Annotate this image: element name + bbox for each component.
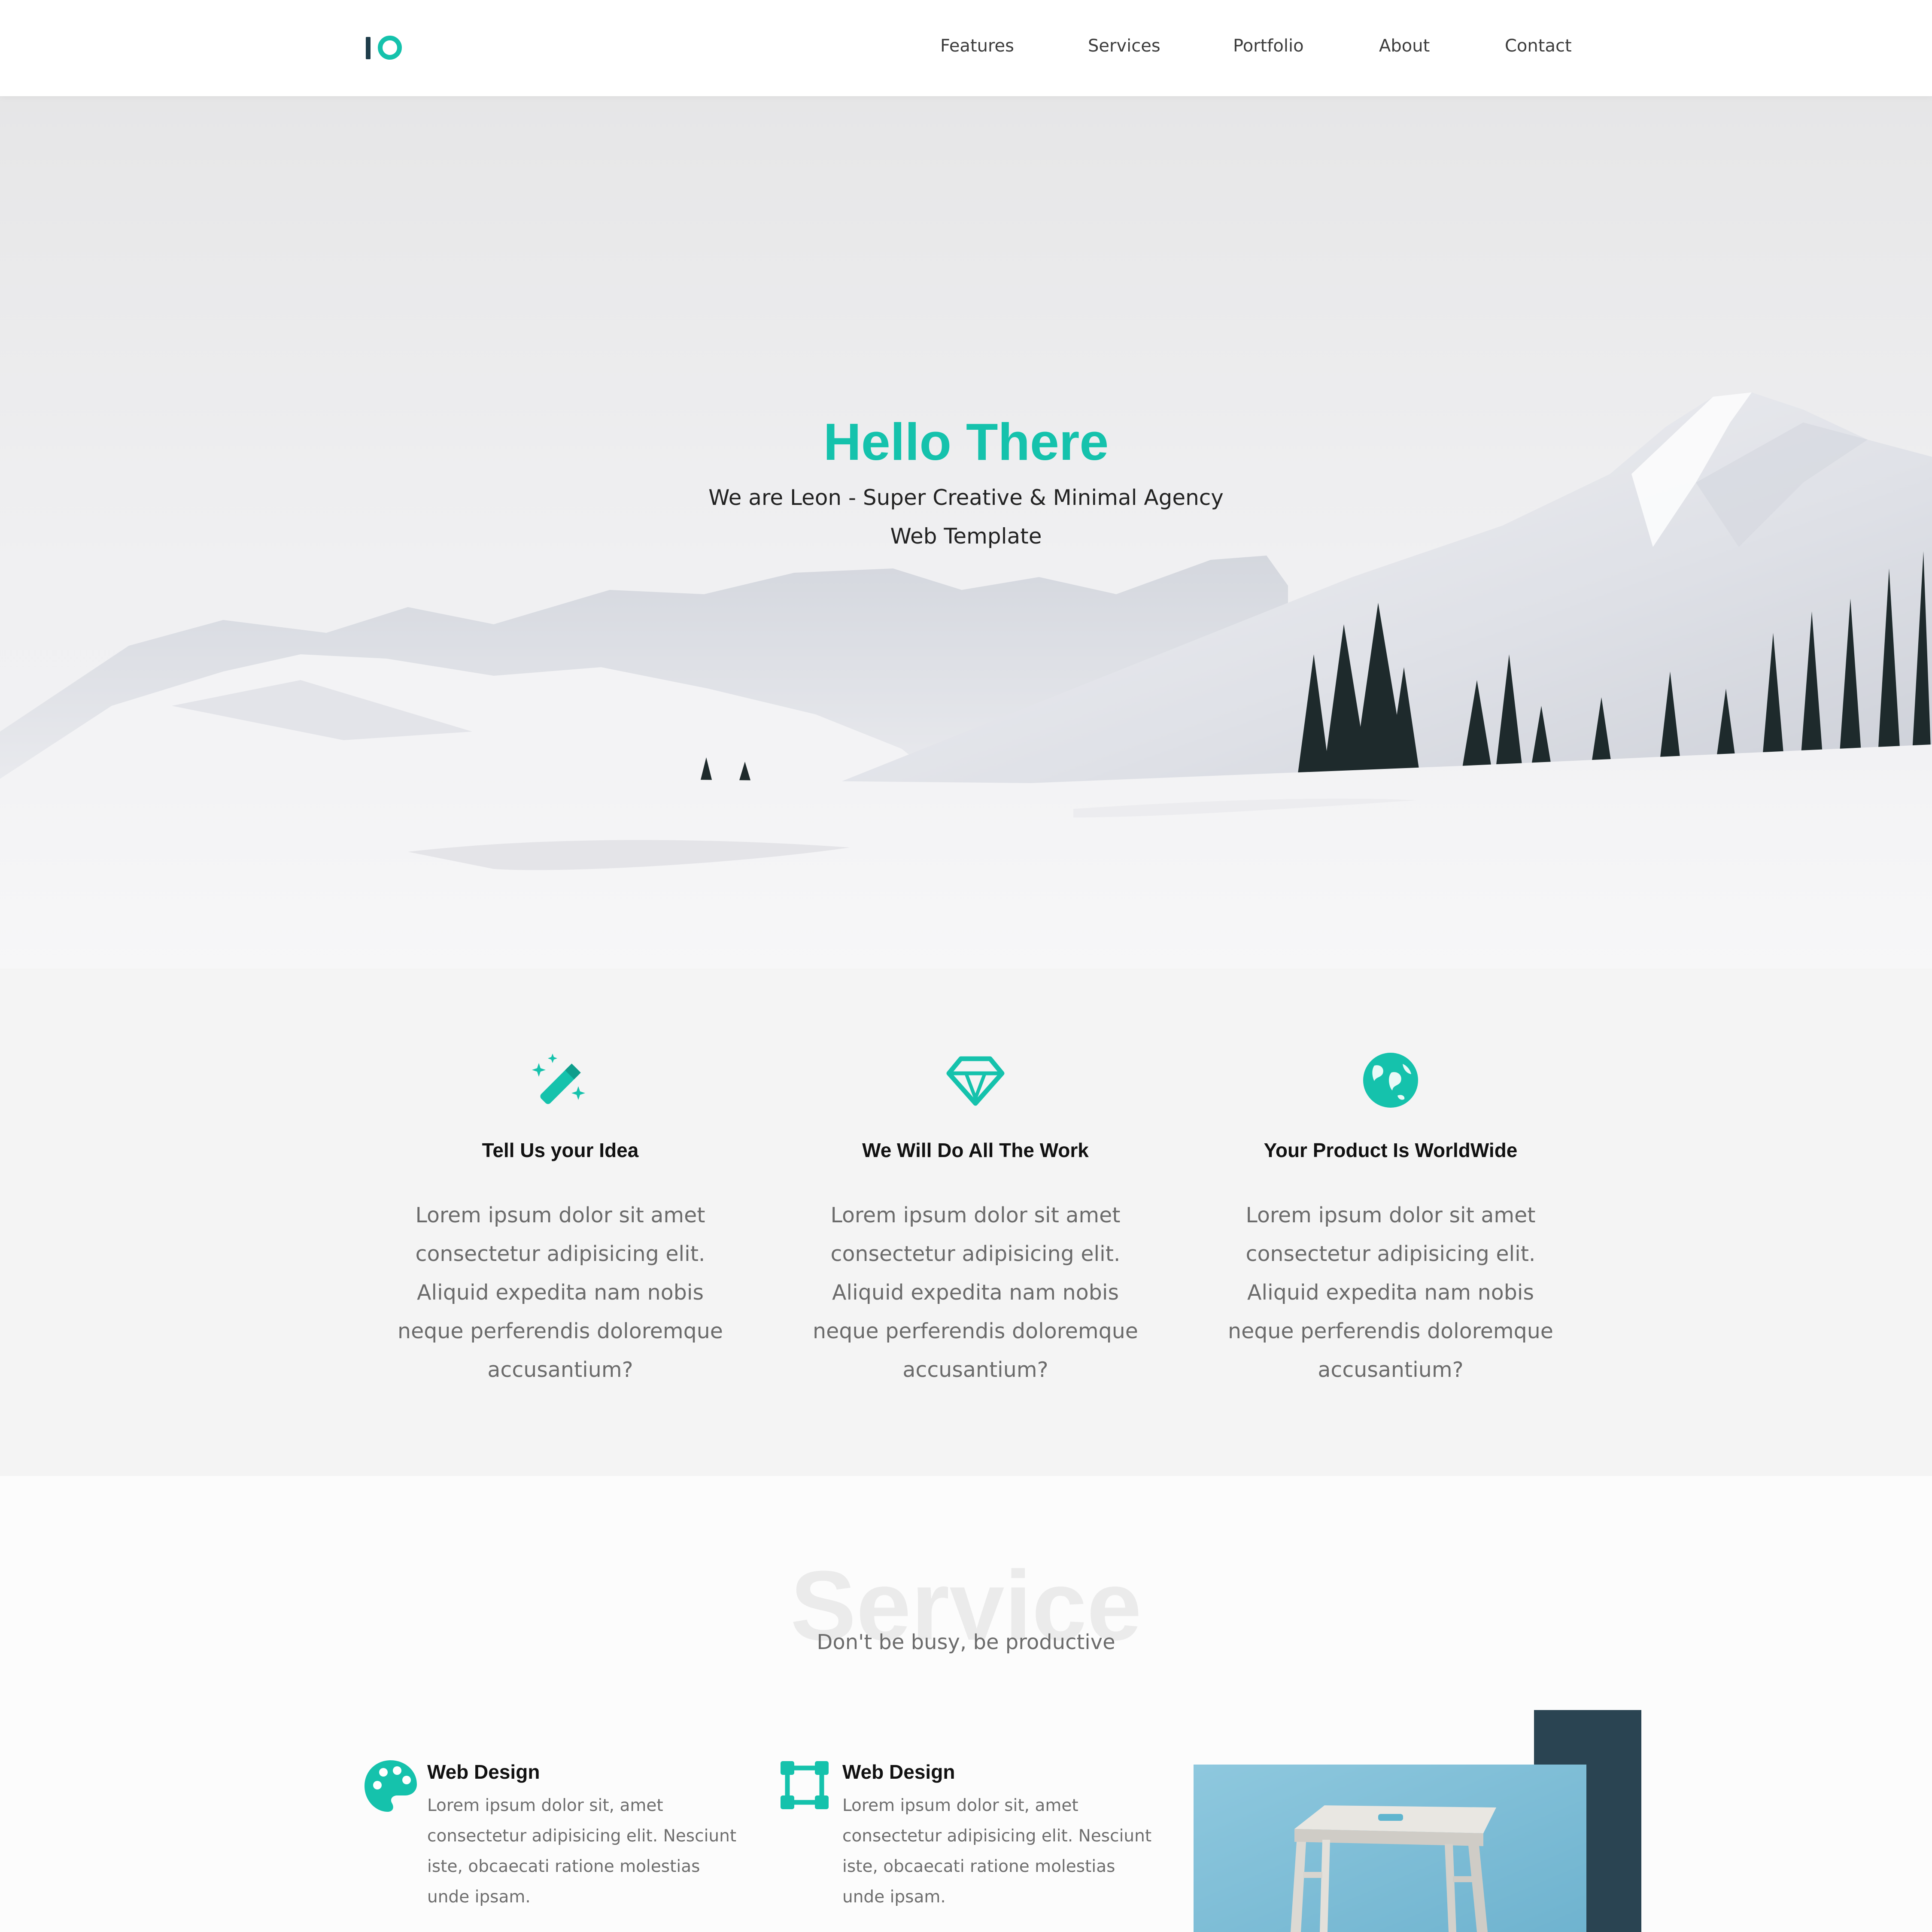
feature-title: Tell Us your Idea [482,1139,639,1161]
logo-bar [366,37,371,59]
features-section: Tell Us your Idea Lorem ipsum dolor sit … [0,969,1932,1476]
hero-title: Hello There [823,413,1109,471]
service-text: Lorem ipsum dolor sit, amet consectetur … [842,1796,1152,1907]
nav-link-contact[interactable]: Contact [1505,36,1572,56]
logo-ring [378,36,402,60]
nav-link-features[interactable]: Features [940,36,1014,56]
stool-photo [1194,1765,1586,1932]
service-title: Web Design [427,1761,540,1783]
stool-image [1194,1765,1586,1932]
feature-text: Lorem ipsum dolor sit amet consectetur a… [813,1203,1138,1382]
feature-text: Lorem ipsum dolor sit amet consectetur a… [398,1203,723,1382]
service-item: Web Design Lorem ipsum dolor sit, amet c… [778,1756,1164,1928]
service-item: Web Design Lorem ipsum dolor sit, amet c… [363,1756,749,1928]
service-subtitle: Don't be busy, be productive [817,1630,1115,1654]
nav-link-portfolio[interactable]: Portfolio [1233,36,1304,56]
logo[interactable] [365,34,404,61]
palette-icon [365,1760,417,1812]
globe-icon [1363,1053,1418,1108]
site-header: Features Services Portfolio About Contac… [0,0,1932,96]
magic-wand-icon [532,1054,585,1104]
diamond-icon [946,1056,1005,1106]
vector-square-icon [781,1761,829,1809]
nav-link-services[interactable]: Services [1088,36,1160,56]
feature-title: Your Product Is WorldWide [1264,1139,1518,1161]
hero-subtitle: We are Leon - Super Creative & Minimal A… [708,485,1224,549]
service-title: Web Design [842,1761,955,1783]
hero-section: Hello There We are Leon - Super Creative… [0,96,1932,969]
service-text: Lorem ipsum dolor sit, amet consectetur … [427,1796,737,1907]
feature-text: Lorem ipsum dolor sit amet consectetur a… [1228,1203,1553,1382]
feature-title: We Will Do All The Work [862,1139,1089,1161]
nav-link-about[interactable]: About [1379,36,1430,56]
